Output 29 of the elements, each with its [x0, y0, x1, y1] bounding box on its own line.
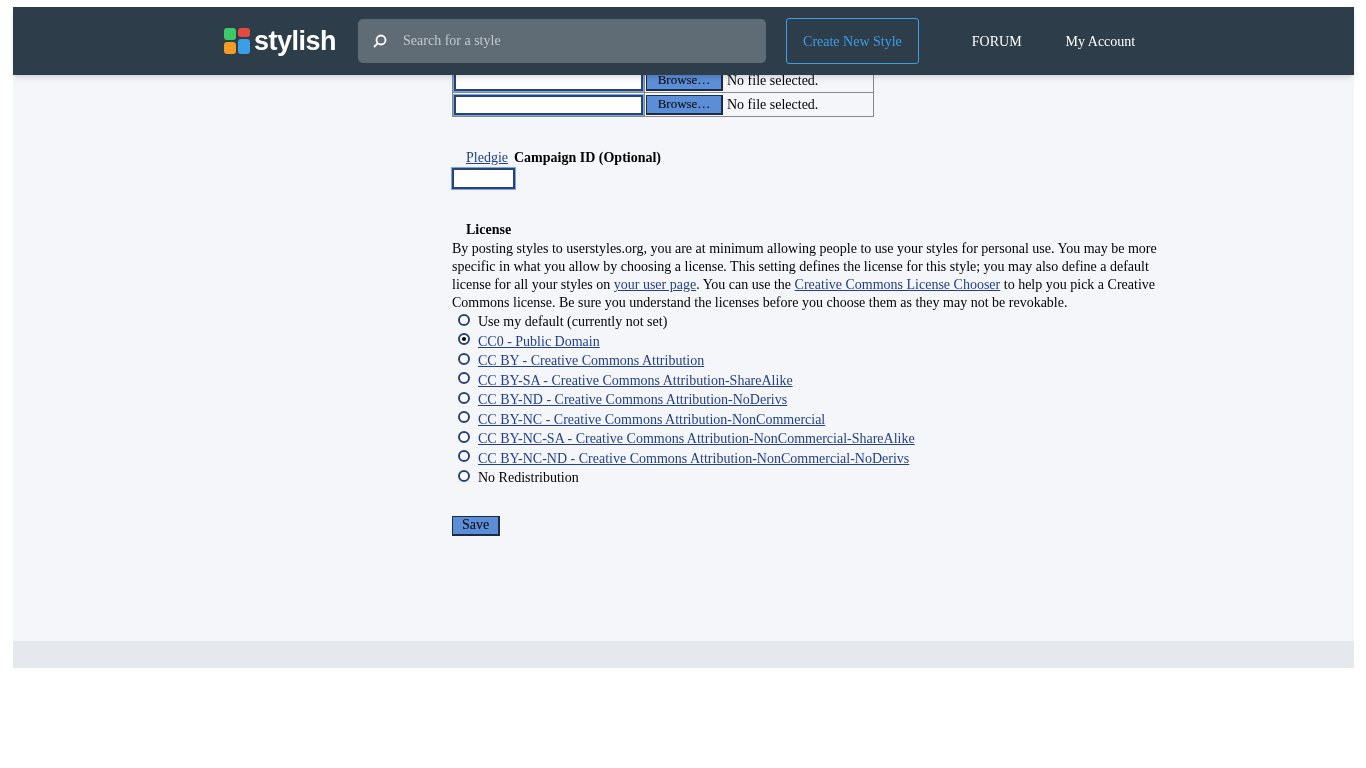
text-link[interactable]: Creative Commons License Chooser [794, 277, 1001, 292]
file-status-text: No file selected. [727, 75, 819, 90]
logo-text: stylish [254, 24, 337, 58]
logo-icon [224, 28, 250, 54]
create-style-button[interactable]: Create New Style [786, 18, 919, 64]
file-path-field[interactable] [454, 75, 643, 91]
license-link[interactable]: CC BY-NC-SA - Creative Commons Attribution-NonCommercial-ShareAlike [478, 428, 915, 450]
license-description: By posting styles to userstyles.org, you are at minimum allowing people to use your styles for personal use. You may be more specific in what you allow by choosing a license. This setting defines the license for this style; you may also define a default license for all your styles on your user page. You can use the Creative Commons License Chooser to help you pick a Creative Commons license. Be sure you understand the licenses before you choose them as they may not be revokable. [452, 240, 1158, 312]
browse-button[interactable]: Browse… [646, 75, 723, 91]
license-link[interactable]: CC0 - Public Domain [478, 330, 600, 352]
save-button[interactable]: Save [452, 515, 501, 536]
license-link[interactable]: CC BY - Creative Commons Attribution [478, 350, 705, 372]
search-field[interactable]: Search for a style [358, 19, 767, 63]
campaign-id-label: Campaign ID (Optional) [514, 149, 662, 167]
nav-link[interactable]: My Account [1065, 30, 1136, 52]
license-link[interactable]: CC BY-NC - Creative Commons Attribution-NonCommercial [478, 408, 826, 430]
file-status-text: No file selected. [727, 96, 819, 114]
pledgie-link[interactable]: Pledgie [466, 147, 508, 168]
file-path-field[interactable] [454, 94, 643, 115]
nav-link[interactable]: FORUM [971, 30, 1022, 52]
license-heading: License [465, 221, 513, 239]
option-label: Use my default (currently not set) [478, 313, 668, 332]
campaign-id-field[interactable] [452, 168, 515, 189]
option-label: No Redistribution [478, 469, 579, 488]
browse-button[interactable]: Browse… [646, 94, 723, 115]
license-link[interactable]: CC BY-ND - Creative Commons Attribution-NoDerivs [478, 389, 788, 411]
license-link[interactable]: CC BY-SA - Creative Commons Attribution-ShareAlike [478, 369, 793, 391]
search-icon [373, 34, 388, 48]
license-link[interactable]: CC BY-NC-ND - Creative Commons Attribution-NonCommercial-NoDerivs [478, 447, 910, 469]
